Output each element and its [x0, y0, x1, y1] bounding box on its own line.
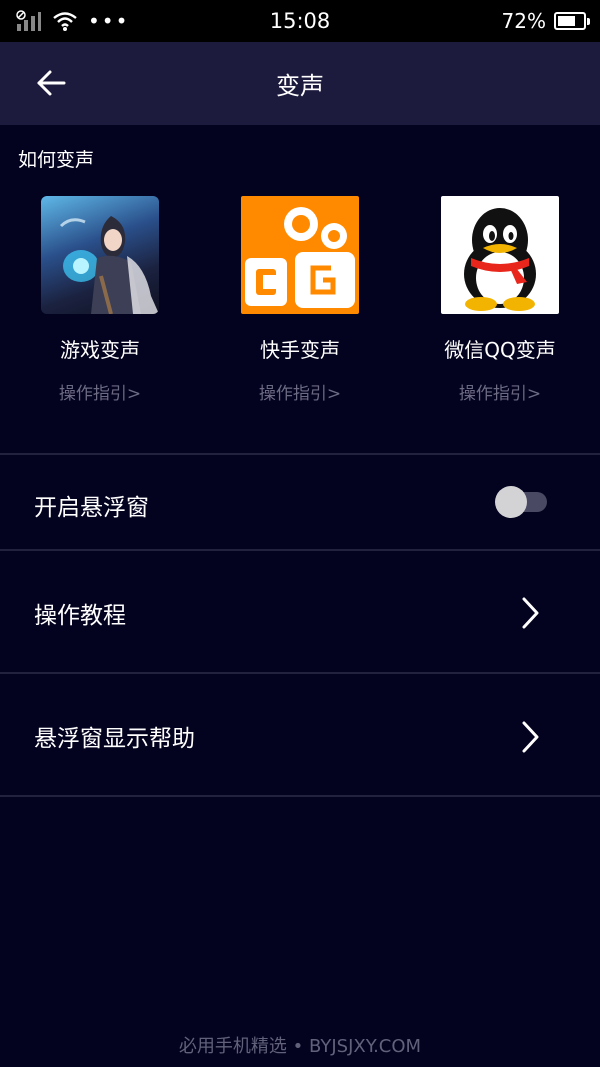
app-name: 快手变声 [260, 338, 340, 362]
guide-link[interactable]: 操作指引> [59, 379, 141, 404]
guide-link[interactable]: 操作指引> [459, 379, 541, 404]
status-right: 72% [501, 0, 590, 42]
battery-tip [587, 18, 590, 25]
battery-icon [554, 12, 590, 30]
chevron-right-icon [522, 721, 539, 753]
divider [0, 795, 600, 797]
app-item-wechat-qq[interactable]: 微信QQ变声 操作指引> [400, 196, 600, 411]
game-character-icon [41, 196, 159, 314]
tutorial-row[interactable]: 操作教程 [0, 551, 600, 672]
floating-window-label: 开启悬浮窗 [34, 495, 149, 521]
kuaishou-icon [241, 196, 359, 314]
floating-window-toggle[interactable] [493, 485, 549, 519]
arrow-left-icon [37, 70, 66, 96]
chevron-right-icon [522, 597, 539, 629]
app-header: 变声 [0, 42, 600, 125]
app-name: 游戏变声 [60, 338, 140, 362]
footer-watermark: 必用手机精选 • BYJSJXY.COM [178, 1036, 422, 1057]
toggle-knob [495, 486, 527, 518]
battery-percent: 72% [501, 9, 546, 33]
app-item-game[interactable]: 游戏变声 操作指引> [0, 196, 200, 411]
status-bar: ••• 15:08 72% [0, 0, 600, 42]
section-title: 如何变声 [18, 149, 95, 171]
guide-link[interactable]: 操作指引> [259, 379, 341, 404]
qq-penguin-icon [441, 196, 559, 314]
app-item-kuaishou[interactable]: 快手变声 操作指引> [200, 196, 400, 411]
battery-fill [558, 16, 576, 26]
float-help-row[interactable]: 悬浮窗显示帮助 [0, 674, 600, 795]
page-title: 变声 [276, 72, 324, 100]
back-button[interactable] [26, 60, 76, 106]
app-name: 微信QQ变声 [444, 338, 556, 362]
float-help-label: 悬浮窗显示帮助 [34, 726, 195, 752]
tutorial-label: 操作教程 [34, 603, 126, 629]
